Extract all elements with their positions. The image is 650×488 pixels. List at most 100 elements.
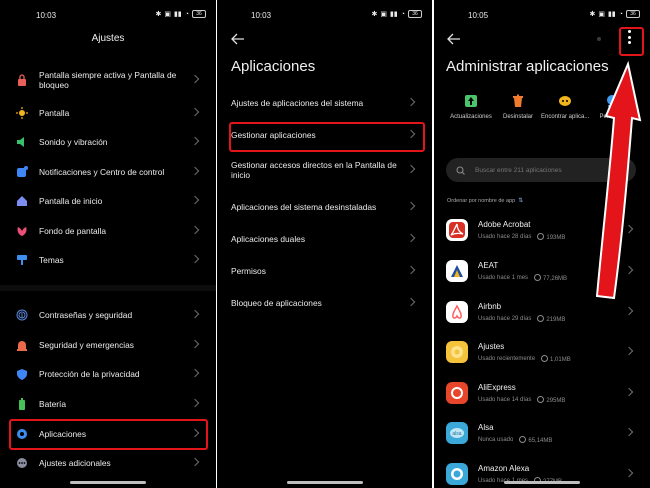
settings-item-passwords[interactable]: Contraseñas y seguridad bbox=[10, 303, 206, 327]
app-size: 77,26MB bbox=[543, 275, 568, 282]
alsa-icon: alsa bbox=[446, 422, 468, 444]
chevron-right-icon bbox=[624, 468, 634, 478]
notification-icon bbox=[16, 166, 28, 178]
aliexpress-icon bbox=[446, 382, 468, 404]
menu-item-label: Aplicaciones del sistema desinstaladas bbox=[231, 202, 377, 212]
chevron-right-icon bbox=[406, 97, 416, 107]
clock-icon bbox=[541, 354, 549, 362]
settings-item-battery[interactable]: Batería bbox=[10, 392, 206, 416]
settings-gear-icon bbox=[446, 341, 468, 363]
highlight-box bbox=[229, 122, 425, 152]
action-label: Actualizaciones bbox=[450, 114, 492, 120]
status-icons: ✱ ▣ ▮▮ ◔ 36 bbox=[590, 10, 640, 18]
settings-item-label: Fondo de pantalla bbox=[39, 226, 107, 236]
action-permissions[interactable]: Permisos bbox=[588, 94, 636, 120]
lock-icon bbox=[16, 74, 28, 86]
app-name: Adobe Acrobat bbox=[478, 219, 531, 229]
indicator-dot bbox=[597, 37, 601, 41]
app-name: Airbnb bbox=[478, 301, 502, 311]
settings-item-label: Batería bbox=[39, 399, 67, 409]
settings-item-label: Notificaciones y Centro de control bbox=[39, 167, 165, 177]
action-label: Permisos bbox=[599, 114, 625, 120]
menu-item-shortcuts[interactable]: Gestionar accesos directos en la Pantall… bbox=[231, 158, 422, 182]
settings-item-emergency[interactable]: Seguridad y emergencias bbox=[10, 333, 206, 357]
search-bar[interactable] bbox=[446, 158, 636, 182]
app-last-used: Nunca usado bbox=[478, 436, 514, 443]
vibrate-icon: ▣ bbox=[164, 11, 172, 18]
aeat-icon bbox=[446, 260, 468, 282]
chevron-right-icon bbox=[624, 346, 634, 356]
app-row[interactable]: alsa Alsa Nunca usado 65,14MB bbox=[446, 415, 640, 451]
status-bar: 10:03 ✱ ▣ ▮▮ ◔ 36 bbox=[217, 10, 432, 24]
search-input[interactable] bbox=[473, 165, 627, 175]
action-find-apps[interactable]: Encontrar aplica... bbox=[541, 94, 589, 120]
app-row[interactable]: AEAT Usado hace 1 mes 77,26MB bbox=[446, 253, 640, 289]
settings-item-privacy[interactable]: Protección de la privacidad bbox=[10, 362, 206, 386]
app-last-used: Usado hace 14 días bbox=[478, 396, 532, 403]
clock-icon bbox=[537, 232, 545, 240]
signal-icon: ▮▮ bbox=[608, 11, 616, 18]
clock-icon bbox=[537, 395, 545, 403]
clock-icon bbox=[537, 314, 545, 322]
menu-item-uninstalled-system-apps[interactable]: Aplicaciones del sistema desinstaladas bbox=[231, 200, 422, 214]
page-title: Aplicaciones bbox=[231, 58, 316, 75]
menu-item-permissions[interactable]: Permisos bbox=[231, 264, 422, 278]
settings-item-wallpaper[interactable]: Fondo de pantalla bbox=[10, 219, 206, 243]
action-updates[interactable]: Actualizaciones bbox=[447, 94, 495, 120]
app-size: 193MB bbox=[546, 234, 566, 241]
chevron-right-icon bbox=[624, 427, 634, 437]
app-size: 219MB bbox=[546, 316, 566, 323]
settings-item-label: Sonido y vibración bbox=[39, 137, 108, 147]
app-size: 1,01MB bbox=[550, 356, 571, 363]
menu-item-system-app-settings[interactable]: Ajustes de aplicaciones del sistema bbox=[231, 96, 422, 110]
brush-icon bbox=[16, 254, 28, 266]
settings-item-themes[interactable]: Temas bbox=[10, 248, 206, 272]
airbnb-icon bbox=[446, 301, 468, 323]
home-indicator bbox=[504, 481, 580, 484]
settings-item-label: Protección de la privacidad bbox=[39, 369, 140, 379]
menu-item-app-lock[interactable]: Bloqueo de aplicaciones bbox=[231, 296, 422, 310]
menu-item-dual-apps[interactable]: Aplicaciones duales bbox=[231, 232, 422, 246]
flower-icon bbox=[16, 225, 28, 237]
battery-icon bbox=[16, 398, 28, 410]
app-last-used: Usado recientemente bbox=[478, 355, 536, 362]
chevron-right-icon bbox=[406, 201, 416, 211]
more-settings-icon bbox=[16, 457, 28, 469]
battery-icon: 36 bbox=[408, 10, 422, 18]
chevron-right-icon bbox=[624, 224, 634, 234]
settings-item-sound[interactable]: Sonido y vibración bbox=[10, 130, 206, 154]
siren-icon bbox=[16, 339, 28, 351]
home-icon bbox=[16, 195, 28, 207]
back-arrow-icon[interactable] bbox=[231, 32, 245, 45]
chevron-right-icon bbox=[406, 233, 416, 243]
sort-selector[interactable]: Ordenar por nombre de app ⇅ bbox=[447, 197, 523, 205]
status-time: 10:03 bbox=[36, 11, 57, 20]
bluetooth-icon: ✱ bbox=[589, 11, 596, 18]
settings-item-label: Pantalla siempre activa y Pantalla de bl… bbox=[39, 70, 177, 90]
battery-icon: 36 bbox=[192, 10, 206, 18]
home-indicator bbox=[286, 481, 363, 484]
settings-item-additional[interactable]: Ajustes adicionales bbox=[10, 451, 206, 475]
app-row[interactable]: AliExpress Usado hace 14 días 295MB bbox=[446, 375, 640, 411]
search-icon bbox=[456, 165, 465, 175]
action-uninstall[interactable]: Desinstalar bbox=[494, 94, 542, 120]
settings-item-home-screen[interactable]: Pantalla de inicio bbox=[10, 189, 206, 213]
signal-icon: ▮▮ bbox=[174, 11, 182, 18]
back-arrow-icon[interactable] bbox=[447, 32, 461, 45]
settings-item-display[interactable]: Pantalla bbox=[10, 101, 206, 125]
wifi-icon: ◔ bbox=[184, 10, 189, 18]
app-size: 65,14MB bbox=[528, 437, 553, 444]
app-row[interactable]: Adobe Acrobat Usado hace 28 días 193MB bbox=[446, 212, 640, 248]
status-bar: 10:05 ✱ ▣ ▮▮ ◔ 36 bbox=[434, 10, 650, 24]
alexa-icon bbox=[446, 463, 468, 485]
trash-icon bbox=[511, 94, 525, 108]
applications-screen: 10:03 ✱ ▣ ▮▮ ◔ 36 Aplicaciones Ajustes d… bbox=[217, 0, 432, 488]
settings-item-notifications[interactable]: Notificaciones y Centro de control bbox=[10, 160, 206, 184]
settings-item-label: Contraseñas y seguridad bbox=[39, 310, 133, 320]
app-row[interactable]: Airbnb Usado hace 29 días 219MB bbox=[446, 294, 640, 330]
settings-item-lock-screen[interactable]: Pantalla siempre activa y Pantalla de bl… bbox=[10, 68, 206, 92]
signal-icon: ▮▮ bbox=[390, 11, 398, 18]
bluetooth-icon: ✱ bbox=[155, 11, 162, 18]
chevron-right-icon bbox=[624, 306, 634, 316]
app-row[interactable]: Ajustes Usado recientemente 1,01MB bbox=[446, 334, 640, 370]
